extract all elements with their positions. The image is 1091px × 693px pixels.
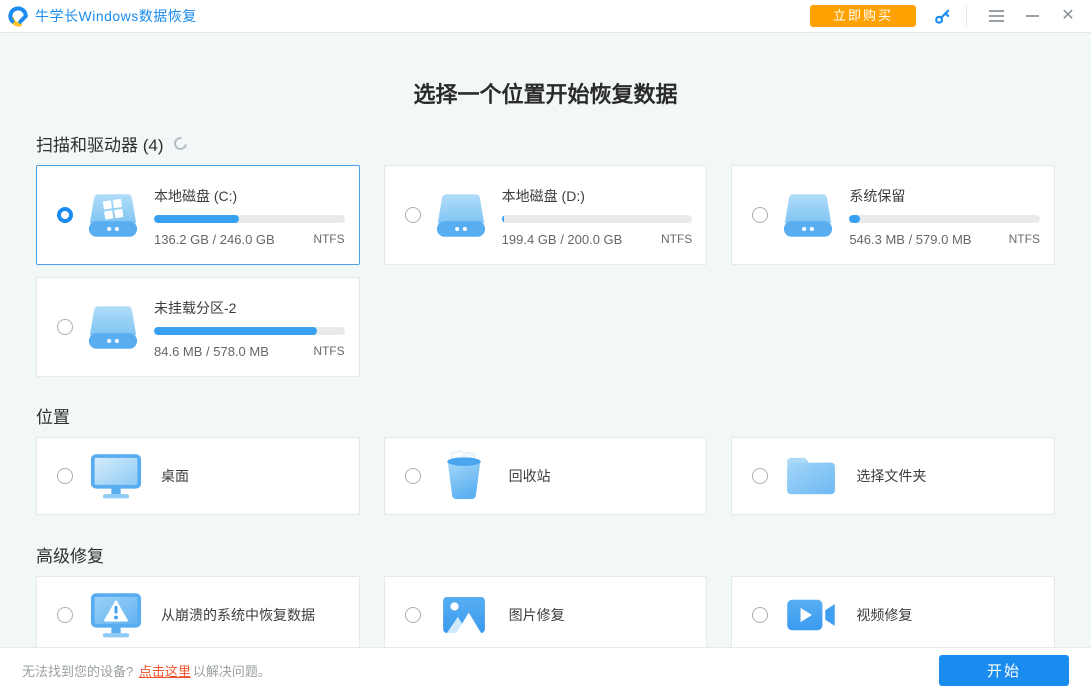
advanced-radio-crashed-system[interactable] — [57, 607, 73, 623]
drive-usage-bar — [154, 215, 345, 223]
help-suffix: 以解决问题。 — [193, 664, 271, 679]
drive-name: 未挂载分区-2 — [154, 298, 345, 318]
advanced-section-title: 高级修复 — [36, 542, 104, 567]
refresh-icon[interactable] — [171, 134, 189, 152]
app-title: 牛学长Windows数据恢复 — [35, 6, 197, 26]
drive-card-d[interactable]: 本地磁盘 (D:) 199.4 GB / 200.0 GB NTFS — [384, 165, 708, 265]
app-logo-icon — [8, 6, 29, 27]
advanced-label: 图片修复 — [509, 605, 565, 625]
drive-icon — [434, 192, 488, 239]
location-radio-recycle-bin[interactable] — [405, 468, 421, 484]
location-card-grid: 桌面 回收站 选择文件夹 — [36, 437, 1055, 515]
drive-icon — [781, 192, 835, 239]
advanced-label: 从崩溃的系统中恢复数据 — [161, 605, 315, 625]
drive-usage-bar — [849, 215, 1040, 223]
drive-filesystem: NTFS — [1009, 232, 1040, 246]
close-button[interactable]: ✕ — [1055, 4, 1081, 28]
drive-radio-c[interactable] — [57, 207, 73, 223]
drive-usage-bar — [154, 327, 345, 335]
help-prefix: 无法找到您的设备? — [22, 664, 137, 679]
drive-radio-system-reserved[interactable] — [752, 207, 768, 223]
location-card-recycle-bin[interactable]: 回收站 — [384, 437, 708, 515]
photo-repair-icon — [442, 596, 486, 634]
advanced-card-photo-repair[interactable]: 图片修复 — [384, 576, 708, 654]
advanced-label: 视频修复 — [856, 605, 912, 625]
main-content: 选择一个位置开始恢复数据 扫描和驱动器 (4) 本地磁盘 (C:) — [0, 33, 1091, 654]
minimize-icon — [1026, 15, 1039, 17]
drive-card-grid: 本地磁盘 (C:) 136.2 GB / 246.0 GB NTFS 本地磁盘 … — [36, 165, 1055, 377]
crashed-system-icon — [90, 592, 142, 639]
drive-size: 84.6 MB / 578.0 MB — [154, 344, 269, 359]
drive-name: 本地磁盘 (C:) — [154, 186, 345, 206]
footer-bar: 无法找到您的设备? 点击这里以解决问题。 开始 — [0, 647, 1091, 693]
drive-card-unmounted-2[interactable]: 未挂载分区-2 84.6 MB / 578.0 MB NTFS — [36, 277, 360, 377]
advanced-card-grid: 从崩溃的系统中恢复数据 图片修复 — [36, 576, 1055, 654]
drive-radio-unmounted-2[interactable] — [57, 319, 73, 335]
drive-card-system-reserved[interactable]: 系统保留 546.3 MB / 579.0 MB NTFS — [731, 165, 1055, 265]
help-text: 无法找到您的设备? 点击这里以解决问题。 — [22, 661, 271, 680]
drive-name: 系统保留 — [849, 186, 1040, 206]
drive-name: 本地磁盘 (D:) — [502, 186, 693, 206]
drive-icon-windows — [86, 192, 140, 239]
advanced-card-video-repair[interactable]: 视频修复 — [731, 576, 1055, 654]
start-button[interactable]: 开始 — [939, 655, 1069, 686]
location-label: 桌面 — [161, 466, 189, 486]
click-here-link[interactable]: 点击这里 — [139, 664, 191, 679]
drive-filesystem: NTFS — [313, 344, 344, 358]
drive-size: 546.3 MB / 579.0 MB — [849, 232, 971, 247]
drive-usage-bar — [502, 215, 693, 223]
register-key-icon[interactable] — [934, 7, 952, 25]
drive-filesystem: NTFS — [661, 232, 692, 246]
location-card-choose-folder[interactable]: 选择文件夹 — [731, 437, 1055, 515]
page-title: 选择一个位置开始恢复数据 — [36, 77, 1055, 109]
drive-radio-d[interactable] — [405, 207, 421, 223]
location-label: 回收站 — [509, 466, 551, 486]
close-icon: ✕ — [1061, 8, 1074, 24]
folder-icon — [784, 454, 838, 498]
drive-icon — [86, 304, 140, 351]
buy-now-button[interactable]: 立即购买 — [810, 5, 916, 27]
desktop-icon — [90, 453, 142, 500]
location-radio-choose-folder[interactable] — [752, 468, 768, 484]
advanced-radio-photo-repair[interactable] — [405, 607, 421, 623]
titlebar-divider — [966, 6, 967, 26]
locations-section-title: 位置 — [36, 403, 70, 428]
menu-button[interactable] — [983, 4, 1009, 28]
location-radio-desktop[interactable] — [57, 468, 73, 484]
drives-section-title: 扫描和驱动器 (4) — [36, 131, 164, 156]
video-repair-icon — [786, 596, 836, 634]
location-card-desktop[interactable]: 桌面 — [36, 437, 360, 515]
advanced-card-crashed-system[interactable]: 从崩溃的系统中恢复数据 — [36, 576, 360, 654]
drive-filesystem: NTFS — [313, 232, 344, 246]
advanced-radio-video-repair[interactable] — [752, 607, 768, 623]
title-bar: 牛学长Windows数据恢复 立即购买 ✕ — [0, 0, 1091, 33]
drive-card-c[interactable]: 本地磁盘 (C:) 136.2 GB / 246.0 GB NTFS — [36, 165, 360, 265]
location-label: 选择文件夹 — [856, 466, 926, 486]
drive-size: 136.2 GB / 246.0 GB — [154, 232, 275, 247]
drive-size: 199.4 GB / 200.0 GB — [502, 232, 623, 247]
recycle-bin-icon — [441, 450, 487, 502]
hamburger-icon — [989, 10, 1004, 22]
minimize-button[interactable] — [1019, 4, 1045, 28]
